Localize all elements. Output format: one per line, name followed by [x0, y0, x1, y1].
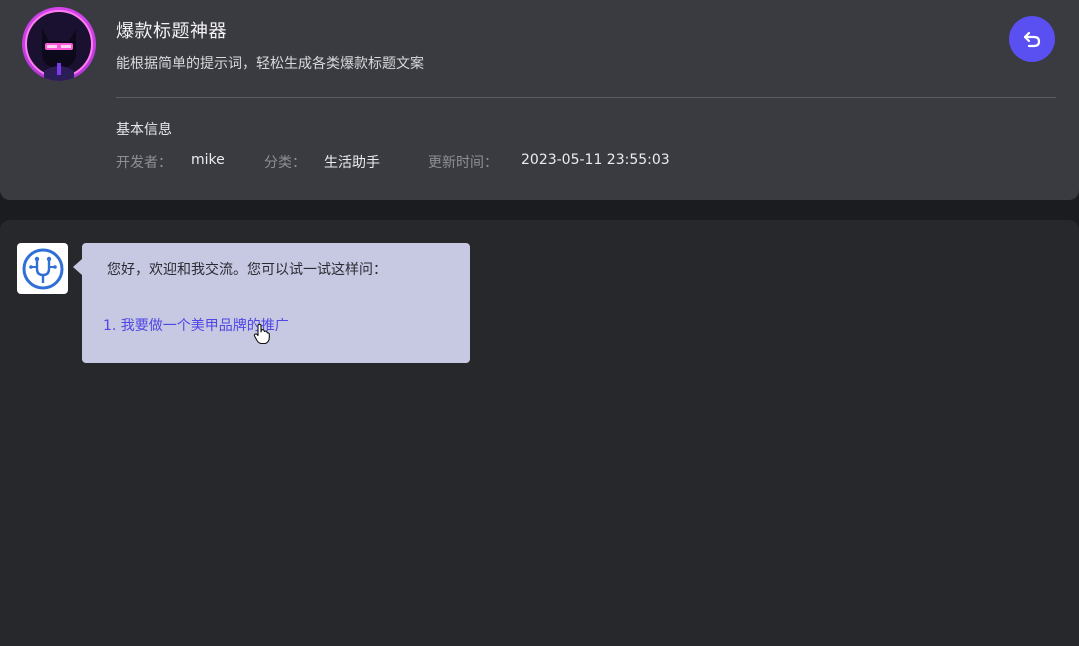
- app-description: 能根据简单的提示词，轻松生成各类爆款标题文案: [116, 56, 424, 72]
- developer-value: mike: [191, 152, 225, 168]
- greeting-text: 您好，欢迎和我交流。您可以试一试这样问：: [107, 262, 387, 278]
- app-avatar: [22, 7, 96, 81]
- bot-avatar: [17, 243, 68, 294]
- chat-area: 您好，欢迎和我交流。您可以试一试这样问： 1. 我要做一个美甲品牌的推广: [0, 220, 1079, 646]
- developer-label: 开发者：: [116, 155, 172, 171]
- header-divider: [116, 97, 1056, 98]
- hand-pointer-cursor-icon: [253, 323, 270, 345]
- undo-arrow-icon: [1023, 31, 1041, 48]
- category-label: 分类：: [264, 155, 306, 171]
- updated-label: 更新时间：: [428, 155, 498, 171]
- category-value: 生活助手: [324, 155, 380, 171]
- app-title: 爆款标题神器: [116, 21, 227, 42]
- basic-info-title: 基本信息: [116, 122, 172, 138]
- cyber-cat-avatar-icon: [25, 10, 93, 81]
- back-button[interactable]: [1009, 16, 1055, 62]
- app-detail-page: 爆款标题神器 能根据简单的提示词，轻松生成各类爆款标题文案 基本信息 开发者： …: [0, 0, 1079, 646]
- circuit-logo-icon: [22, 248, 63, 289]
- updated-value: 2023-05-11 23:55:03: [521, 152, 670, 168]
- app-info-card: 爆款标题神器 能根据简单的提示词，轻松生成各类爆款标题文案 基本信息 开发者： …: [0, 0, 1079, 200]
- bot-message-bubble: 您好，欢迎和我交流。您可以试一试这样问： 1. 我要做一个美甲品牌的推广: [73, 243, 470, 363]
